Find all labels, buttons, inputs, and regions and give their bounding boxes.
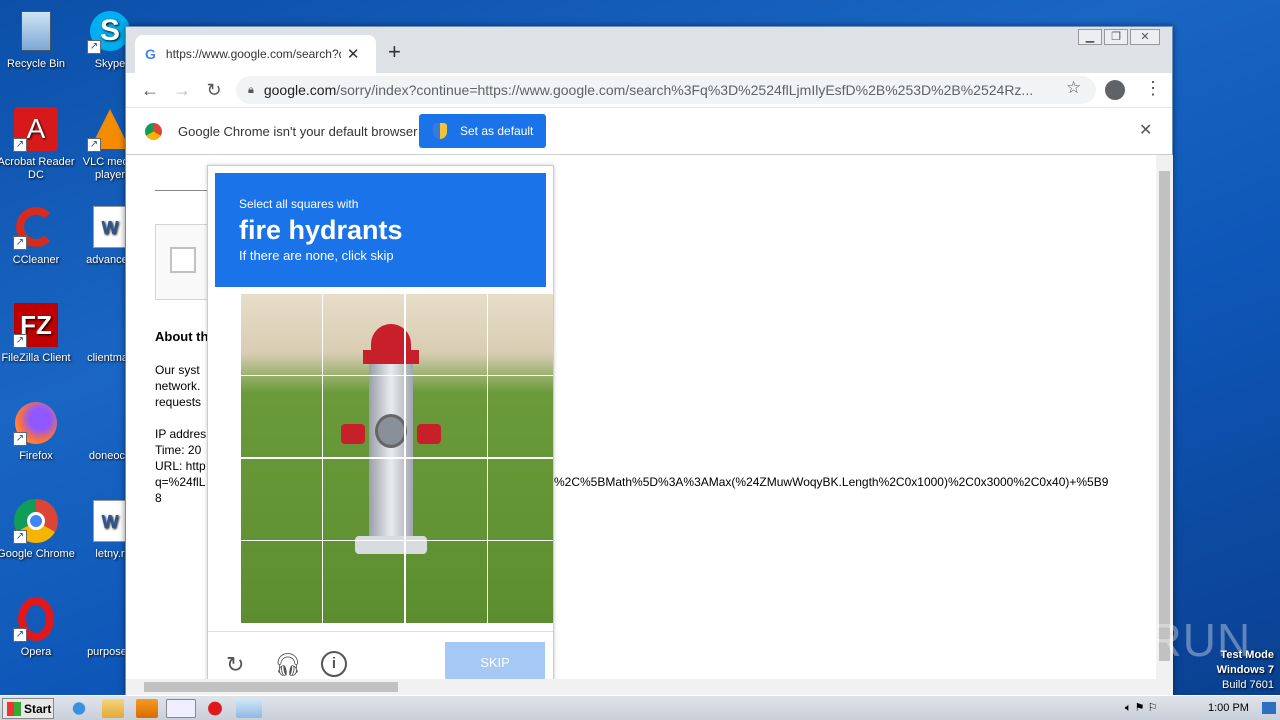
desktop: Recycle Bin S ↗ Skype A ↗ Acrobat Reader DC …: [0, 0, 137, 695]
grid-tile[interactable]: [487, 540, 553, 623]
horizontal-scrollbar[interactable]: [126, 679, 1173, 695]
time-text: Time: 20: [155, 443, 202, 457]
start-button[interactable]: Start: [2, 698, 54, 719]
challenge-footer: ↻ 🎧︎ i SKIP: [208, 631, 553, 679]
firefox-icon[interactable]: ↗ Firefox: [0, 400, 75, 463]
test-mode-watermark: Test Mode Windows 7 Build 7601: [1216, 649, 1274, 691]
scroll-thumb[interactable]: [1159, 171, 1170, 661]
grid-tile[interactable]: [241, 458, 323, 541]
query-tail-text: %2C%5BMath%5D%3A%3AMax(%24ZMuwWoqyBK.Len…: [554, 475, 1109, 489]
set-as-default-button[interactable]: Set as default: [419, 114, 546, 148]
divider: [155, 190, 215, 191]
forward-arrow-icon[interactable]: →: [166, 80, 198, 101]
reload-challenge-icon[interactable]: ↻: [226, 652, 244, 678]
url-text: google.com/sorry/index?continue=https://…: [263, 82, 1034, 98]
maximize-icon[interactable]: ❐: [1104, 29, 1128, 45]
grid-tile[interactable]: [487, 458, 553, 541]
address-bar[interactable]: 🔒︎ google.com/sorry/index?continue=https…: [236, 76, 1096, 104]
opera-icon[interactable]: ↗ Opera: [0, 596, 75, 659]
page-text: network.: [155, 379, 201, 393]
recycle-bin-icon[interactable]: Recycle Bin: [0, 8, 75, 71]
grid-tile[interactable]: [405, 294, 488, 376]
lock-icon: 🔒︎: [248, 83, 254, 96]
close-infobar-icon[interactable]: ✕: [1139, 120, 1152, 140]
scroll-thumb[interactable]: [144, 682, 398, 692]
chrome-window: G https://www.google.com/search?q= ✕ + ▁…: [125, 26, 1173, 695]
explorer-folder-icon[interactable]: [102, 699, 124, 718]
reload-icon[interactable]: ↻: [198, 80, 230, 101]
grid-tile[interactable]: [405, 375, 488, 458]
new-tab-icon[interactable]: +: [388, 39, 401, 65]
back-arrow-icon[interactable]: ←: [134, 80, 166, 101]
default-browser-infobar: Google Chrome isn't your default browser…: [126, 107, 1172, 155]
window-controls: ▁ ❐ ✕: [1076, 29, 1160, 45]
url-text: URL: http: [155, 459, 206, 473]
close-window-icon[interactable]: ✕: [1130, 29, 1160, 45]
recaptcha-checkbox[interactable]: [170, 247, 196, 273]
ip-address-text: IP addres: [155, 427, 207, 441]
grid-tile[interactable]: [322, 294, 405, 376]
chrome-icon[interactable]: ↗ Google Chrome: [0, 498, 75, 561]
grid-tile[interactable]: [405, 540, 488, 623]
media-player-icon[interactable]: [136, 699, 158, 718]
internet-explorer-icon[interactable]: [68, 699, 90, 718]
recaptcha-challenge: Select all squares with fire hydrants If…: [207, 165, 554, 679]
close-tab-icon[interactable]: ✕: [347, 45, 360, 63]
grid-tile[interactable]: [322, 375, 405, 458]
challenge-target: fire hydrants: [239, 215, 403, 245]
page-text: 8: [155, 491, 162, 505]
query-text: q=%24flL: [155, 475, 206, 489]
ccleaner-icon[interactable]: ↗ CCleaner: [0, 204, 75, 267]
audio-challenge-icon[interactable]: 🎧︎: [274, 652, 302, 678]
challenge-header: Select all squares with fire hydrants If…: [215, 173, 546, 287]
page-content: About th Our syst network. requests IP a…: [126, 155, 1156, 679]
show-desktop-icon[interactable]: [1262, 702, 1276, 714]
page-text: Our syst: [155, 363, 200, 377]
taskbar-opera-icon[interactable]: [204, 699, 226, 718]
vertical-scrollbar[interactable]: [1156, 155, 1173, 679]
minimize-icon[interactable]: ▁: [1078, 29, 1102, 45]
challenge-image-grid: [241, 294, 553, 623]
info-icon[interactable]: i: [321, 651, 347, 677]
grid-tile[interactable]: [487, 375, 553, 458]
clock: 1:00 PM: [1208, 702, 1249, 714]
taskbar: Start 🔈︎ ⚑ ⚐ 1:00 PM: [0, 695, 1280, 720]
grid-tile[interactable]: [241, 375, 323, 458]
tab-strip: G https://www.google.com/search?q= ✕ + ▁…: [126, 27, 1172, 73]
acrobat-icon[interactable]: A ↗ Acrobat Reader DC: [0, 106, 75, 182]
about-heading: About th: [155, 329, 209, 344]
tab-google-search[interactable]: G https://www.google.com/search?q= ✕: [135, 35, 376, 73]
skip-button[interactable]: SKIP: [445, 642, 545, 679]
taskbar-chrome-icon[interactable]: [166, 699, 196, 718]
grid-tile[interactable]: [487, 294, 553, 376]
recaptcha-box: [155, 224, 215, 300]
bookmark-star-icon[interactable]: ☆: [1066, 78, 1081, 98]
tray-icons[interactable]: 🔈︎ ⚑ ⚐: [1125, 701, 1157, 715]
grid-tile[interactable]: [405, 458, 488, 541]
shield-icon: [433, 123, 447, 139]
filezilla-icon[interactable]: FZ ↗ FileZilla Client: [0, 302, 75, 365]
grid-tile[interactable]: [322, 458, 405, 541]
grid-tile[interactable]: [241, 294, 323, 376]
grid-tile[interactable]: [322, 540, 405, 623]
google-favicon-icon: G: [145, 46, 156, 62]
chrome-logo-icon: [145, 123, 162, 140]
taskbar-app-icon[interactable]: [236, 699, 262, 718]
toolbar: ← → ↻ 🔒︎ google.com/sorry/index?continue…: [126, 73, 1172, 107]
page-text: requests: [155, 395, 202, 409]
grid-tile[interactable]: [241, 540, 323, 623]
menu-dots-icon[interactable]: ⋮: [1144, 78, 1162, 99]
windows-flag-icon: [7, 701, 21, 716]
profile-icon[interactable]: [1105, 80, 1125, 100]
